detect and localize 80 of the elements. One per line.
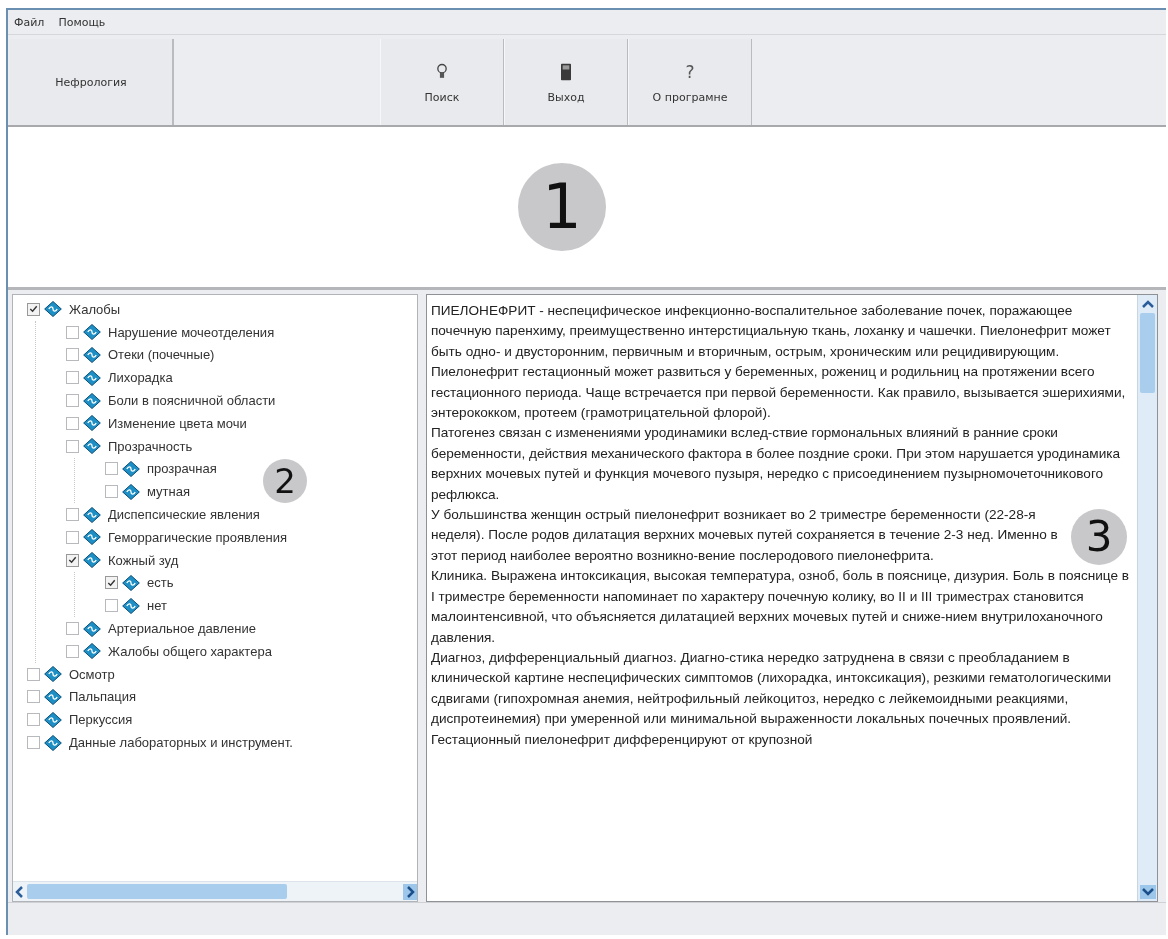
callout-badge: 3 (1071, 509, 1127, 566)
checkbox[interactable] (105, 485, 118, 499)
diamond-icon (81, 345, 103, 365)
tree-item[interactable]: Артериальное давление (108, 621, 256, 637)
tree-item[interactable]: Данные лабораторных и инструмент. (69, 735, 293, 751)
paragraph: Патогенез связан с изменениями уродинамики вслед-ствие гормональных влияний в ранние сроки беременности, действия механического фактора в более поздние сроки. При этом нарушается уродинамика верхних мочевых путей и функция мочевого пузыря, нередко с присоединением пузырномочеточникового рефлюкса. (431, 424, 1122, 504)
tree-item[interactable]: Осмотр (69, 666, 115, 682)
diamond-icon (42, 686, 64, 707)
callout-badge: 2 (263, 459, 307, 503)
tree-item[interactable]: Отеки (почечные) (108, 347, 215, 363)
diamond-icon (81, 504, 103, 525)
tree-item[interactable]: есть (147, 575, 174, 591)
checkbox[interactable] (105, 599, 118, 613)
checkbox[interactable] (27, 690, 40, 704)
diamond-icon (81, 527, 103, 548)
callout-badge: 1 (518, 163, 606, 251)
scrollbar-thumb[interactable] (27, 884, 287, 899)
paragraph: Клиника. Выражена интоксикация, высокая температура, озноб, боль в пояснице, дизурия. Боль в пояснице в I триместре беременности напоминает по характеру почечную колику, во II и III триместрах становится малоинтенсивной, что объясняется дилатацией верхних мочевых путей и сниже-нием внутрилоханочного давления. (431, 567, 1131, 647)
checkbox[interactable] (105, 576, 118, 590)
diamond-icon (81, 322, 103, 343)
checkbox[interactable] (66, 416, 79, 430)
tree-item[interactable]: Изменение цвета мочи (108, 415, 247, 431)
horizontal-scrollbar[interactable] (13, 881, 417, 901)
tree-item[interactable]: Геморрагические проявления (108, 529, 287, 545)
tree-item[interactable]: Жалобы (69, 301, 121, 317)
checkbox[interactable] (66, 553, 79, 567)
tree-item[interactable]: Прозрачность (108, 438, 193, 454)
diamond-icon (42, 709, 64, 730)
checkbox[interactable] (66, 394, 79, 408)
tree-item[interactable]: прозрачная (147, 461, 217, 477)
diamond-icon (81, 367, 103, 388)
checkbox[interactable] (27, 736, 40, 750)
checkbox[interactable] (66, 530, 79, 544)
tree-item[interactable]: Кожный зуд (108, 552, 179, 568)
checkbox[interactable] (66, 644, 79, 658)
paragraph: Диагноз, дифференциальный диагноз. Диагно-стика нередко затруднена в связи с преобладанием в клинической картине неспецифических симптомов (лихорадка, интоксикация), резкими гематологическими сдвигами (гипохромная анемия, нейтрофильный лейкоцитоз, нередко с лейкемоидными реакциями, диспротеинемия) при умеренной или минимальной выраженности локальных почечных проявлений. Гестационный пиелонефрит дифференцируют от крупозной (431, 648, 1113, 749)
checkbox[interactable] (66, 622, 79, 636)
checkbox[interactable] (66, 439, 79, 453)
diamond-icon (81, 550, 103, 571)
diamond-icon (81, 618, 103, 639)
toolbar-button[interactable]: Выход (504, 39, 628, 125)
menu-item[interactable]: Помощь (58, 15, 106, 29)
diamond-icon (81, 436, 103, 457)
checkbox[interactable] (66, 325, 79, 339)
tree-item[interactable]: Жалобы общего характера (108, 643, 272, 659)
checkbox[interactable] (27, 302, 40, 316)
toolbar-button[interactable]: Поиск (380, 39, 504, 125)
tree-item[interactable]: Пальпация (69, 689, 136, 705)
paragraph: ПИЕЛОНЕФРИТ - неспецифическое инфекционно-воспалительное заболевание почек, поражающее почечную паренхиму, преимущественно интерстициальную ткань, лоханку и чашечки. Пиелонефрит может быть одно- и двусторонним, первичным и вторичным, острым, хроническим или рецидивирующим. (431, 302, 1112, 361)
help-icon: ? (685, 60, 695, 83)
scrollbar-thumb[interactable] (1140, 313, 1155, 393)
tree-item[interactable]: Боли в поясничной области (108, 393, 276, 409)
diamond-icon (81, 413, 103, 434)
diamond-icon (42, 299, 64, 320)
checkbox[interactable] (66, 371, 79, 385)
checkbox[interactable] (66, 508, 79, 522)
tree-item[interactable]: Диспепсические явления (108, 507, 260, 523)
tree-item[interactable]: Перкуссия (69, 712, 133, 728)
tree-item[interactable]: Нарушение мочеотделения (108, 324, 275, 340)
tree-item[interactable]: Лихорадка (108, 370, 173, 386)
checkbox[interactable] (27, 713, 40, 727)
diamond-icon (81, 641, 103, 662)
toolbar-button[interactable]: ? О програмне (628, 39, 752, 125)
diamond-icon (42, 664, 64, 685)
diamond-icon (120, 572, 142, 593)
checkbox[interactable] (66, 348, 79, 362)
diamond-icon (42, 732, 64, 753)
diamond-icon (120, 481, 142, 502)
diamond-icon (81, 390, 103, 411)
diamond-icon (120, 458, 142, 479)
paragraph: Пиелонефрит гестационный может развиться у беременных, рожениц и родильниц на протяжении всего гестационного периода. Чаще встречается при первой беременности. Как правило, вызывается эшерихиями, энтерококком, протеем (грамотрицательной флорой). (431, 363, 1127, 423)
paragraph: У большинства женщин острый пиелонефрит возникает во 2 триместре беременности (22-28-я неделя). После родов дилатация верхних мочевых путей сохраняется в течение 2-3 нед. Именно в этот период наиболее вероятно возникно-вение послеродового пиелонефрита. (431, 506, 1059, 565)
menu-item[interactable]: Файл (14, 15, 45, 29)
checkbox[interactable] (27, 667, 40, 681)
scroll-right-icon[interactable] (403, 883, 417, 900)
tree-item[interactable]: нет (147, 598, 167, 614)
checkbox[interactable] (105, 462, 118, 476)
scroll-down-icon[interactable] (1139, 885, 1156, 899)
tree-item[interactable]: мутная (147, 484, 190, 500)
diamond-icon (120, 595, 142, 616)
